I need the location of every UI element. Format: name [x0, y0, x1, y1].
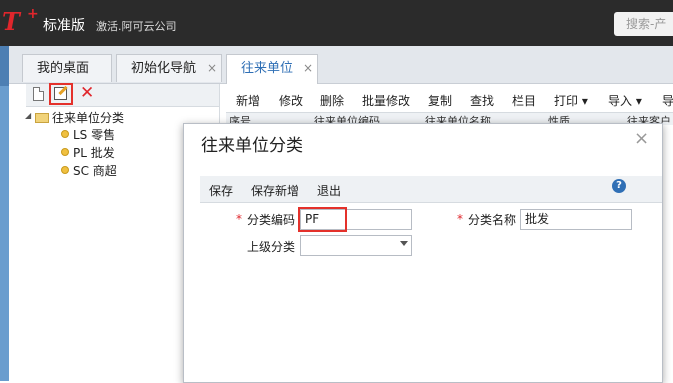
edit-icon[interactable] — [54, 87, 67, 100]
dialog-title: 往来单位分类 — [201, 136, 303, 156]
node-dot-icon — [61, 166, 69, 174]
toolbar-new-button[interactable]: 新增 — [236, 92, 260, 109]
tree-item-pl[interactable]: PL 批发 — [73, 144, 115, 161]
tab-desktop[interactable]: 我的桌面 — [22, 54, 112, 82]
close-icon[interactable]: × — [303, 55, 313, 82]
toolbar-export-button[interactable]: 导 — [662, 92, 673, 109]
node-dot-icon — [61, 148, 69, 156]
tree-item-sc[interactable]: SC 商超 — [73, 162, 117, 179]
required-marker: * — [457, 212, 463, 226]
side-strip-handle[interactable] — [0, 46, 9, 86]
toolbar-edit-button[interactable]: 修改 — [279, 92, 303, 109]
delete-icon[interactable]: ✕ — [80, 83, 94, 103]
side-strip — [0, 46, 9, 381]
tab-label: 往来单位 — [241, 61, 294, 76]
edition-label: 标准版 — [43, 18, 85, 34]
exit-button[interactable]: 退出 — [317, 182, 341, 199]
toolbar-columns-button[interactable]: 栏目 — [512, 92, 536, 109]
tab-contacts[interactable]: 往来单位 × — [226, 54, 318, 84]
product-logo: T — [2, 7, 20, 36]
toolbar-copy-button[interactable]: 复制 — [428, 92, 452, 109]
save-and-new-button[interactable]: 保存新增 — [251, 182, 299, 199]
close-icon[interactable]: × — [634, 128, 649, 149]
toolbar-find-button[interactable]: 查找 — [470, 92, 494, 109]
parent-label: 上级分类 — [247, 240, 296, 254]
close-icon[interactable]: × — [207, 55, 217, 82]
required-marker: * — [236, 212, 242, 226]
expand-triangle-icon[interactable]: ◢ — [25, 111, 31, 120]
chevron-down-icon[interactable] — [400, 241, 408, 246]
parent-select[interactable] — [300, 235, 412, 256]
tree-root-label[interactable]: 往来单位分类 — [52, 109, 124, 126]
tab-init-guide[interactable]: 初始化导航 × — [116, 54, 222, 82]
toolbar-import-button[interactable]: 导入 ▾ — [608, 92, 642, 109]
code-label: 分类编码 — [247, 213, 296, 227]
name-label: 分类名称 — [468, 213, 517, 227]
activation-link[interactable]: 激活.阿可云公司 — [96, 18, 177, 34]
name-field[interactable]: 批发 — [520, 209, 632, 230]
logo-plus: + — [27, 6, 39, 22]
tab-label: 我的桌面 — [37, 61, 90, 76]
save-button[interactable]: 保存 — [209, 182, 233, 199]
toolbar-batch-edit-button[interactable]: 批量修改 — [362, 92, 410, 109]
tree-item-ls[interactable]: LS 零售 — [73, 126, 115, 143]
tab-label: 初始化导航 — [131, 61, 197, 76]
folder-icon — [35, 113, 49, 123]
code-highlight — [298, 207, 347, 232]
help-icon[interactable]: ? — [612, 179, 626, 193]
search-input[interactable]: 搜索-产 — [614, 12, 673, 36]
toolbar-delete-button[interactable]: 删除 — [320, 92, 344, 109]
new-document-icon[interactable] — [33, 87, 44, 101]
node-dot-icon — [61, 130, 69, 138]
toolbar-print-button[interactable]: 打印 ▾ — [554, 92, 588, 109]
